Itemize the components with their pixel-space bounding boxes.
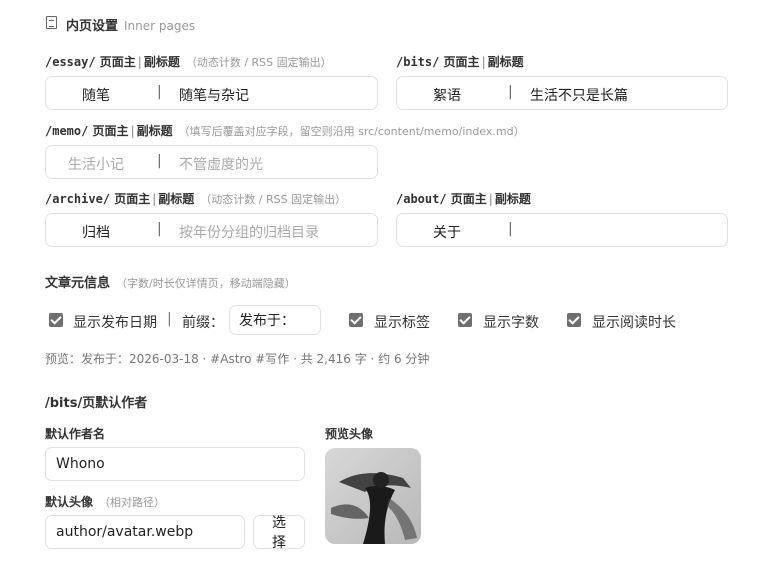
archive-main-title: 归档 <box>82 225 110 241</box>
bits-subtitle: 生活不只是长篇 <box>530 88 628 104</box>
about-title-input[interactable]: 关于 | <box>396 213 728 247</box>
essay-subtitle: 随笔与杂记 <box>179 88 249 104</box>
archive-title-input[interactable]: 归档 | 按年份分组的归档目录 <box>45 213 378 247</box>
archive-sub-placeholder: 按年份分组的归档目录 <box>179 225 319 241</box>
show-tags-checkbox[interactable] <box>349 313 363 327</box>
meta-preview: 预览：发布于：2026-03-18 · #Astro #写作 · 共 2,416… <box>45 352 430 366</box>
meta-separator: | <box>167 311 172 327</box>
memo-main-placeholder: 生活小记 <box>68 157 124 173</box>
show-tags-label[interactable]: 显示标签 <box>374 312 430 332</box>
essay-main-title: 随笔 <box>82 88 110 104</box>
prefix-label: 前缀： <box>182 315 224 331</box>
page-title: 内页设置 Inner pages <box>66 19 196 34</box>
show-reading-time-label[interactable]: 显示阅读时长 <box>592 312 676 332</box>
avatar-preview-image <box>325 448 421 544</box>
bits-label: /bits/ 页面主 | 副标题 <box>396 55 524 69</box>
choose-avatar-button[interactable]: 选择 <box>253 515 305 551</box>
show-date-label[interactable]: 显示发布日期 <box>73 312 157 332</box>
page-subtitle: Inner pages <box>124 19 196 33</box>
author-name-input[interactable]: Whono <box>45 447 305 481</box>
show-words-label[interactable]: 显示字数 <box>483 312 539 332</box>
author-name-label: 默认作者名 <box>45 427 106 441</box>
show-date-checkbox[interactable] <box>49 313 63 327</box>
prefix-input[interactable]: 发布于： <box>229 305 321 335</box>
bits-title-input[interactable]: 絮语 | 生活不只是长篇 <box>396 76 728 110</box>
show-reading-time-checkbox[interactable] <box>567 313 581 327</box>
show-words-checkbox[interactable] <box>458 313 472 327</box>
avatar-preview-label: 预览头像 <box>325 427 374 441</box>
meta-section-title: 文章元信息 （字数/时长仅详情页，移动端隐藏） <box>45 276 296 291</box>
author-section-title: /bits/页默认作者 <box>45 396 148 411</box>
memo-label: /memo/ 页面主 | 副标题 （填写后覆盖对应字段，留空则沿用 src/conte… <box>45 124 525 138</box>
about-main-title: 关于 <box>433 225 461 241</box>
bits-main-title: 絮语 <box>433 88 461 104</box>
memo-title-input[interactable]: 生活小记 | 不管虚度的光 <box>45 145 378 179</box>
essay-title-input[interactable]: 随笔 | 随笔与杂记 <box>45 76 378 110</box>
memo-sub-placeholder: 不管虚度的光 <box>179 157 263 173</box>
avatar-label: 默认头像 （相对路径） <box>45 495 166 509</box>
about-label: /about/ 页面主 | 副标题 <box>396 192 531 206</box>
avatar-path-input[interactable]: author/avatar.webp <box>45 515 245 549</box>
document-icon <box>46 16 57 29</box>
archive-label: /archive/ 页面主 | 副标题 （动态计数 / RSS 固定输出） <box>45 192 347 206</box>
essay-label: /essay/ 页面主 | 副标题 （动态计数 / RSS 固定输出） <box>45 55 332 69</box>
